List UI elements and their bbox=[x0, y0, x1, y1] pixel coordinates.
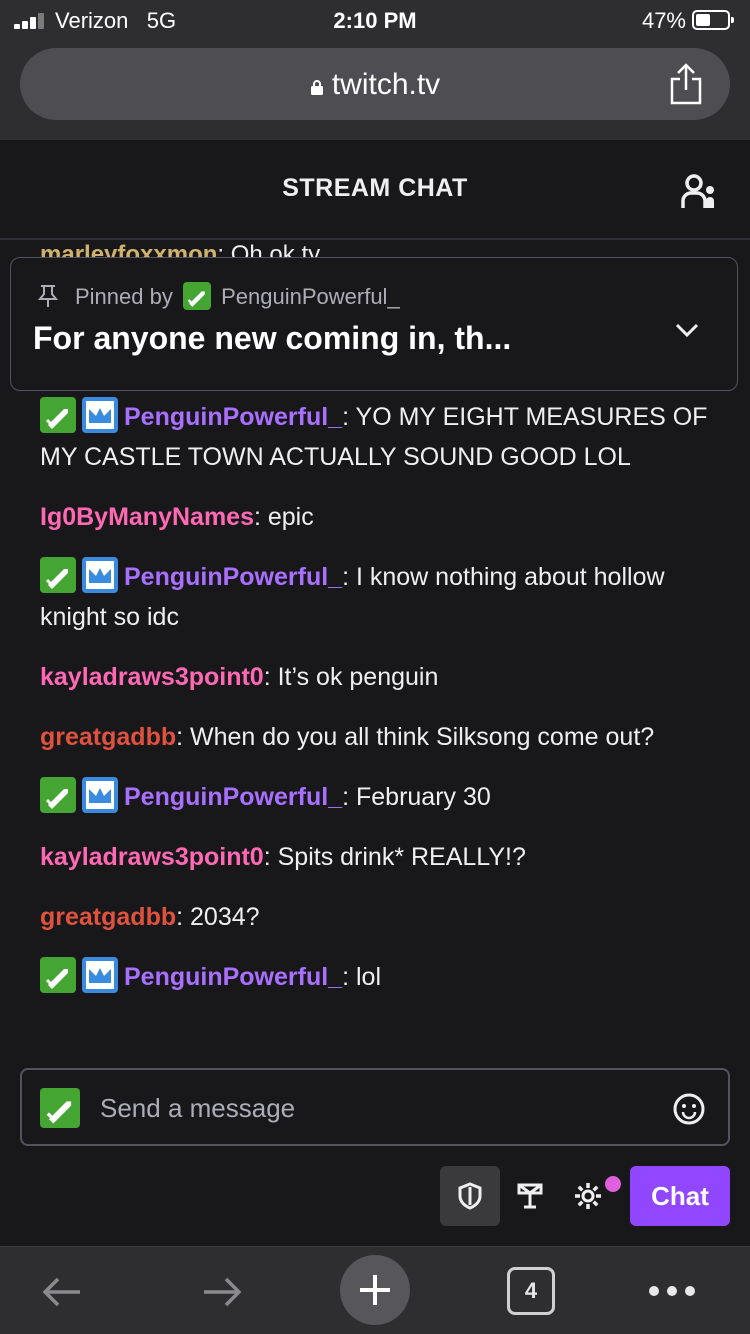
chat-username[interactable]: greatgadbb bbox=[40, 723, 176, 751]
tabs-icon[interactable]: 4 bbox=[507, 1267, 555, 1315]
sword-badge-icon[interactable] bbox=[40, 777, 76, 814]
chat-username[interactable]: PenguinPowerful_ bbox=[124, 963, 342, 991]
battery-icon bbox=[692, 10, 734, 30]
status-bar: Verizon 5G 2:10 PM 47% bbox=[0, 0, 750, 40]
shield-icon bbox=[458, 1182, 482, 1210]
share-icon[interactable] bbox=[668, 62, 704, 106]
pinned-by-label: Pinned by bbox=[75, 284, 173, 309]
pin-icon bbox=[37, 285, 59, 307]
browser-chrome: Verizon 5G 2:10 PM 47% twitch.tv bbox=[0, 0, 750, 140]
chat-message: PenguinPowerful_: February 30 bbox=[40, 777, 720, 817]
channel-points-button[interactable] bbox=[500, 1166, 560, 1226]
crown-badge-icon[interactable] bbox=[82, 777, 118, 814]
chat-message: PenguinPowerful_: lol bbox=[40, 957, 720, 997]
users-icon[interactable] bbox=[680, 172, 720, 212]
partial-message: marleyfoxxmon: Oh ok ty bbox=[40, 237, 320, 257]
sword-badge-icon[interactable] bbox=[40, 397, 76, 434]
chevron-down-icon[interactable] bbox=[673, 316, 701, 344]
mod-shield-button[interactable] bbox=[440, 1166, 500, 1226]
browser-toolbar: 4 bbox=[0, 1246, 750, 1334]
chat-message-list: PenguinPowerful_: YO MY EIGHT MEASURES O… bbox=[40, 397, 720, 1017]
chat-text: : February 30 bbox=[342, 783, 491, 811]
chat-input[interactable] bbox=[100, 1088, 660, 1128]
more-icon[interactable] bbox=[646, 1277, 698, 1305]
crown-badge-icon[interactable] bbox=[82, 957, 118, 994]
chat-message: Ig0ByManyNames: epic bbox=[40, 497, 720, 537]
chat-message: PenguinPowerful_: I know nothing about h… bbox=[40, 557, 720, 637]
chat-text: : Spits drink* REALLY!? bbox=[263, 843, 526, 871]
pinned-by: Pinned by PenguinPowerful_ bbox=[75, 282, 400, 312]
chat-message: kayladraws3point0: Spits drink* REALLY!? bbox=[40, 837, 720, 877]
url-display[interactable]: twitch.tv bbox=[20, 68, 730, 102]
back-arrow-icon[interactable] bbox=[38, 1267, 88, 1317]
pinned-message[interactable]: Pinned by PenguinPowerful_ For anyone ne… bbox=[10, 257, 738, 391]
url-text: twitch.tv bbox=[331, 68, 441, 101]
chat-text: : epic bbox=[253, 503, 314, 531]
clock: 2:10 PM bbox=[333, 8, 417, 33]
chat-text: : It’s ok penguin bbox=[263, 663, 439, 691]
chat-message: greatgadbb: 2034? bbox=[40, 897, 720, 937]
chat-header: STREAM CHAT bbox=[0, 140, 750, 240]
crown-badge-icon[interactable] bbox=[82, 397, 118, 434]
chat-input-box[interactable] bbox=[20, 1068, 730, 1146]
chat-send-button[interactable]: Chat bbox=[630, 1166, 730, 1226]
chat-text: : 2034? bbox=[176, 903, 260, 931]
chat-username[interactable]: PenguinPowerful_ bbox=[124, 783, 342, 811]
chat-username[interactable]: greatgadbb bbox=[40, 903, 176, 931]
chat-text: : When do you all think Silksong come ou… bbox=[176, 723, 655, 751]
chat-username[interactable]: PenguinPowerful_ bbox=[124, 563, 342, 591]
chat-message: PenguinPowerful_: YO MY EIGHT MEASURES O… bbox=[40, 397, 720, 477]
sword-badge-icon[interactable] bbox=[40, 957, 76, 994]
url-bar[interactable]: twitch.tv bbox=[20, 48, 730, 120]
chat-username[interactable]: PenguinPowerful_ bbox=[124, 403, 342, 431]
forward-arrow-icon[interactable] bbox=[196, 1267, 246, 1317]
crown-badge-icon[interactable] bbox=[82, 557, 118, 594]
channel-points-icon bbox=[517, 1183, 543, 1209]
chat-username[interactable]: marleyfoxxmon bbox=[40, 241, 217, 257]
pinned-by-user[interactable]: PenguinPowerful_ bbox=[221, 284, 400, 309]
chat-username[interactable]: kayladraws3point0 bbox=[40, 663, 264, 691]
sword-badge-icon[interactable] bbox=[40, 557, 76, 594]
lock-icon bbox=[310, 80, 323, 95]
notification-dot bbox=[603, 1174, 623, 1194]
chat-text: : lol bbox=[342, 963, 381, 991]
chat-message: greatgadbb: When do you all think Silkso… bbox=[40, 717, 720, 757]
battery-percent: 47% bbox=[641, 8, 686, 33]
plus-icon bbox=[360, 1275, 390, 1305]
sword-badge-icon[interactable] bbox=[40, 1088, 80, 1128]
sword-badge-icon bbox=[182, 282, 211, 311]
chat-username[interactable]: Ig0ByManyNames bbox=[40, 503, 254, 531]
page-title: STREAM CHAT bbox=[282, 174, 468, 202]
settings-icon bbox=[575, 1183, 601, 1209]
emoji-icon[interactable] bbox=[672, 1092, 706, 1126]
new-tab-button[interactable] bbox=[340, 1255, 410, 1325]
chat-text: : Oh ok ty bbox=[217, 241, 321, 257]
chat-username[interactable]: kayladraws3point0 bbox=[40, 843, 264, 871]
chat-message: kayladraws3point0: It’s ok penguin bbox=[40, 657, 720, 697]
pinned-text: For anyone new coming in, th... bbox=[33, 320, 512, 356]
